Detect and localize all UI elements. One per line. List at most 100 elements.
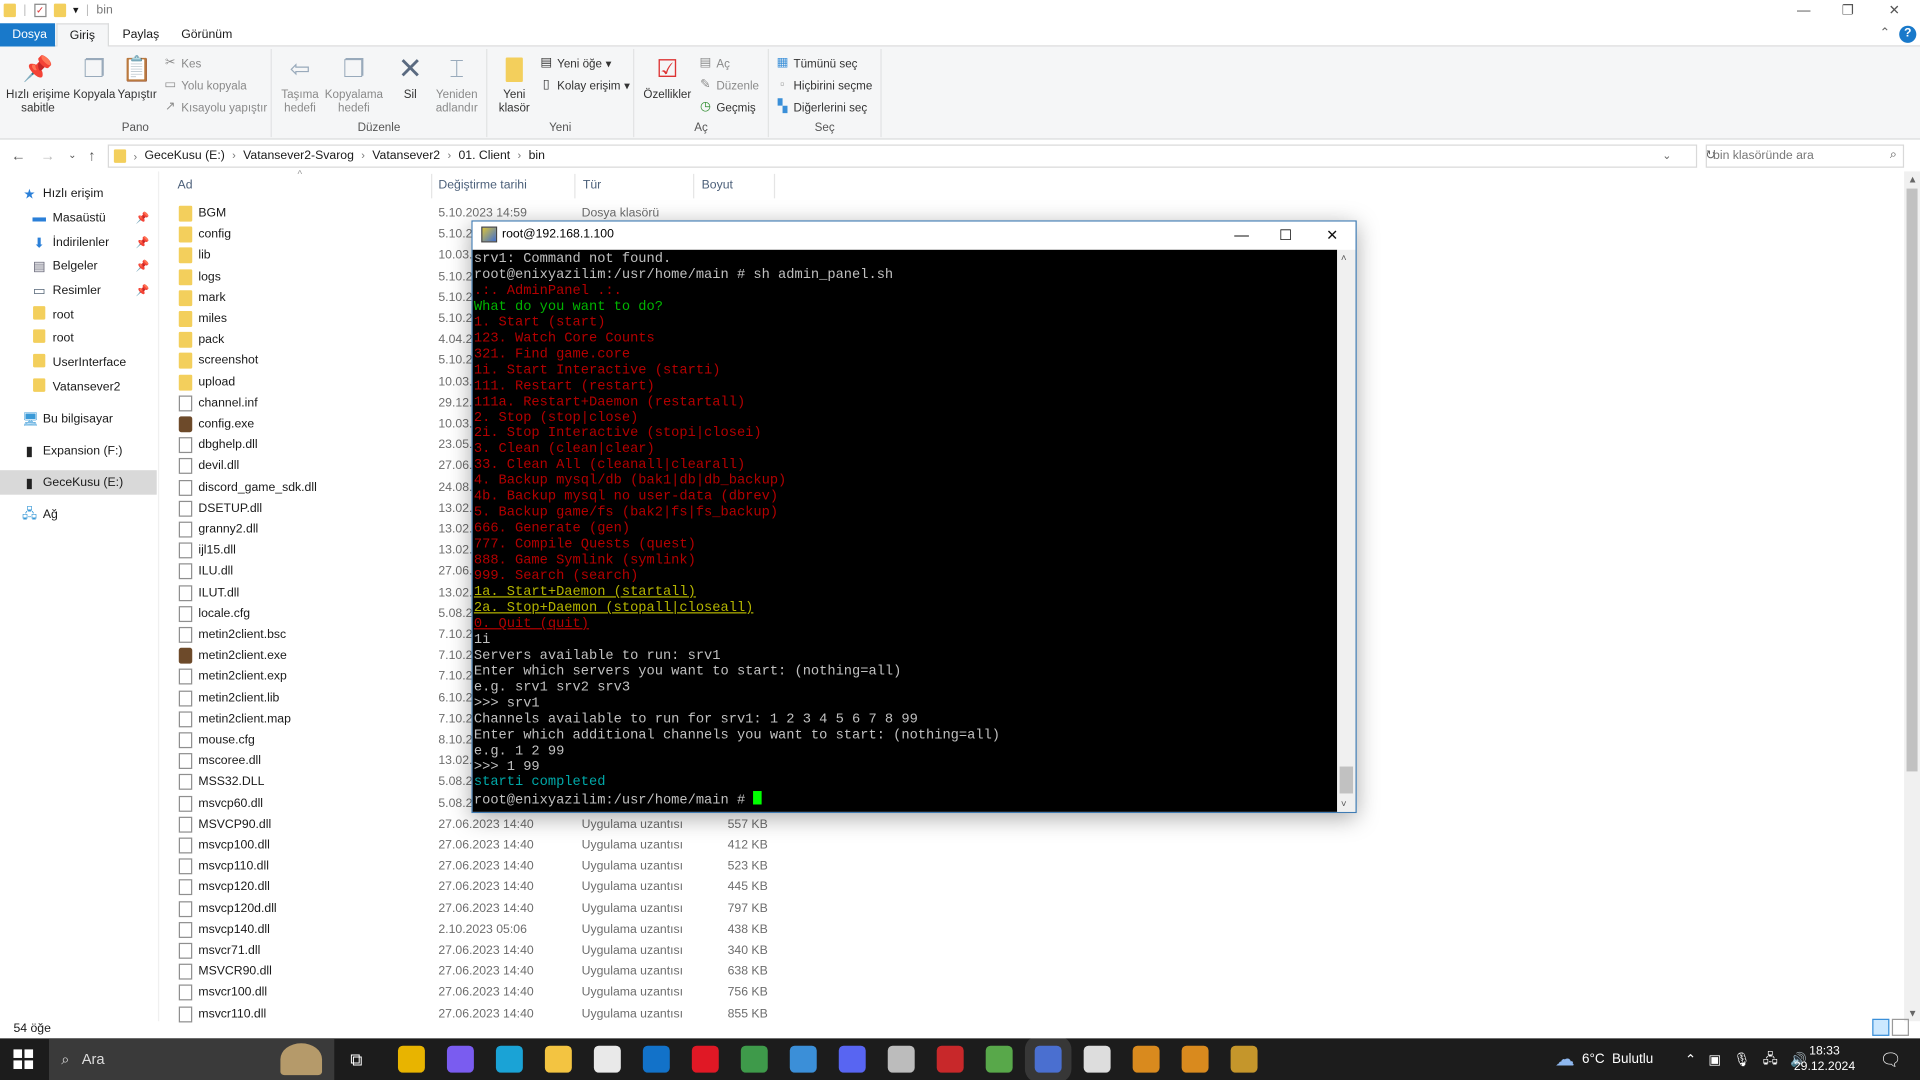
sidebar-item-ağ[interactable]: 🖧 Ağ <box>0 502 157 526</box>
taskbar-settings-app-icon[interactable] <box>789 1045 817 1073</box>
cut-button[interactable]: ✂ Kes <box>163 54 201 74</box>
sidebar-item-root[interactable]: root <box>0 326 157 350</box>
chevron-right-icon[interactable]: › <box>361 149 365 162</box>
open-button[interactable]: ▤ Aç <box>698 54 730 74</box>
taskbar-store-icon[interactable] <box>593 1045 621 1073</box>
breadcrumb-item[interactable]: bin <box>529 149 545 162</box>
taskbar-game-h-icon[interactable] <box>1230 1045 1258 1073</box>
file-row[interactable]: msvcr100.dll 27.06.2023 14:40 Uygulama uza… <box>171 984 783 1005</box>
file-list-scrollbar[interactable]: ▲ ▼ <box>1904 171 1920 1022</box>
maximize-button[interactable]: ❐ <box>1826 0 1870 23</box>
taskbar-putty-icon[interactable] <box>1034 1045 1062 1073</box>
pin-icon[interactable]: 📌 <box>136 236 150 249</box>
up-button[interactable]: ↑ <box>81 146 103 166</box>
taskbar-edge-icon[interactable] <box>495 1045 523 1073</box>
terminal-scrollbar-thumb[interactable] <box>1339 766 1354 794</box>
taskbar-winscp-icon[interactable] <box>985 1045 1013 1073</box>
move-to-button[interactable]: ⇦ Taşıma hedefi <box>277 54 324 115</box>
tab-dosya[interactable]: Dosya <box>0 23 56 47</box>
sidebar-item-resimler[interactable]: ▭ Resimler 📌 <box>0 278 157 302</box>
taskbar-chrome-canary-icon[interactable] <box>397 1045 425 1073</box>
address-bar[interactable]: › GeceKusu (E:) › Vatansever2-Svarog › Vatan… <box>107 144 1716 168</box>
sidebar-item-hızlı-erişim[interactable]: ★ Hızlı erişim <box>0 181 157 205</box>
scrollbar-thumb[interactable] <box>1906 188 1918 772</box>
pin-icon[interactable]: 📌 <box>136 259 150 272</box>
file-row[interactable]: msvcp120.dll 27.06.2023 14:40 Uygulama uza… <box>171 878 783 899</box>
file-row[interactable]: MSVCR90.dll 27.06.2023 14:40 Uygulama uzan… <box>171 963 783 984</box>
copy-path-button[interactable]: ▭ Yolu kopyala <box>163 76 246 96</box>
taskbar-copilot-icon[interactable] <box>446 1045 474 1073</box>
breadcrumb-item[interactable]: 01. Client <box>458 149 510 162</box>
paste-button[interactable]: 📋 Yapıştır <box>115 54 159 102</box>
file-row[interactable]: msvcp110.dll 27.06.2023 14:40 Uygulama uza… <box>171 857 783 878</box>
sidebar-item-userinterface[interactable]: UserInterface <box>0 350 157 374</box>
rename-button[interactable]: ⌶ Yeniden adlandır <box>429 54 485 115</box>
delete-button[interactable]: ✕ Sil <box>392 54 429 102</box>
tab-gorunum[interactable]: Görünüm <box>169 23 245 46</box>
minimize-button[interactable]: — <box>1782 0 1826 23</box>
sidebar-item-bu-bilgisayar[interactable]: 🖥 Bu bilgisayar <box>0 407 157 431</box>
pin-quick-access-button[interactable]: 📌 Hızlı erişime sabitle <box>5 54 71 115</box>
copy-button[interactable]: ❐ Kopyala <box>71 54 118 102</box>
large-icons-view-button[interactable] <box>1891 1018 1909 1036</box>
back-button[interactable]: ← <box>7 146 29 166</box>
file-row[interactable]: msvcp140.dll 2.10.2023 05:06 Uygulama uzan… <box>171 921 783 942</box>
edit-button[interactable]: ✎ Düzenle <box>698 76 759 96</box>
taskbar-rockstar-icon[interactable] <box>1083 1045 1111 1073</box>
properties-button[interactable]: ☑ Özellikler <box>639 54 695 102</box>
taskbar-outlook-icon[interactable] <box>642 1045 670 1073</box>
breadcrumb-item[interactable]: GeceKusu (E:) <box>144 149 224 162</box>
paste-shortcut-button[interactable]: ↗ Kısayolu yapıştır <box>163 98 267 118</box>
select-none-button[interactable]: ▫ Hiçbirini seçme <box>775 76 872 96</box>
file-row[interactable]: MSVCP90.dll 27.06.2023 14:40 Uygulama uzan… <box>171 815 783 836</box>
close-button[interactable]: ✕ <box>1872 0 1916 23</box>
breadcrumb-item[interactable]: Vatansever2 <box>372 149 440 162</box>
taskbar-chrome-icon[interactable] <box>740 1045 768 1073</box>
terminal-screen[interactable]: srv1: Command not found. root@enixyazilim… <box>472 249 1338 812</box>
taskbar-metin2-icon[interactable] <box>1132 1045 1160 1073</box>
forward-button[interactable]: → <box>37 146 59 166</box>
task-view-icon[interactable]: ⧉ <box>350 1049 362 1070</box>
taskbar-discord-icon[interactable] <box>838 1045 866 1073</box>
terminal-maximize-button[interactable]: ☐ <box>1264 224 1308 247</box>
column-type[interactable]: Tür <box>583 179 601 196</box>
sidebar-item-root[interactable]: root <box>0 302 157 326</box>
column-divider[interactable] <box>693 173 695 199</box>
new-item-button[interactable]: ▤ Yeni öğe ▾ <box>539 54 611 74</box>
search-input[interactable]: bin klasöründe ara ⌕ <box>1705 144 1905 168</box>
start-button[interactable] <box>13 1049 34 1069</box>
customize-qa-icon[interactable]: ▾ <box>73 4 79 17</box>
properties-qa-icon[interactable]: ✓ <box>33 3 47 18</box>
column-date[interactable]: Değiştirme tarihi <box>438 179 526 196</box>
history-button[interactable]: ◷ Geçmiş <box>698 98 756 118</box>
taskbar-file-explorer-icon[interactable] <box>544 1045 572 1073</box>
breadcrumb-item[interactable]: Vatansever2-Svarog <box>243 149 354 162</box>
file-row[interactable]: msvcr110.dll 27.06.2023 14:40 Uygulama uza… <box>171 1005 783 1026</box>
column-divider[interactable] <box>431 173 433 199</box>
taskbar-virtualbox-icon[interactable] <box>887 1045 915 1073</box>
collapse-ribbon-icon[interactable]: ⌃ <box>1880 27 1890 40</box>
camera-icon[interactable]: ▣ <box>1708 1051 1721 1067</box>
sidebar-item-vatansever2[interactable]: Vatansever2 <box>0 375 157 399</box>
network-icon[interactable]: 🖧 <box>1763 1048 1778 1071</box>
invert-selection-button[interactable]: ▚ Diğerlerini seç <box>775 98 867 118</box>
chevron-right-icon[interactable]: › <box>232 149 236 162</box>
sidebar-item-gecekusu-e-[interactable]: ▮ GeceKusu (E:) <box>0 470 157 495</box>
notifications-icon[interactable]: 🗨 <box>1880 1038 1902 1080</box>
scroll-down-icon[interactable]: ˅ <box>1341 798 1347 809</box>
new-folder-button[interactable]: Yeni klasör <box>492 54 536 115</box>
putty-terminal-window[interactable]: root@192.168.1.100 — ☐ ✕ srv1: Command n… <box>471 220 1357 814</box>
sidebar-item-belgeler[interactable]: ▤ Belgeler 📌 <box>0 253 157 277</box>
file-row[interactable]: msvcp120d.dll 27.06.2023 14:40 Uygulama uz… <box>171 900 783 921</box>
clock[interactable]: 18:33 29.12.2024 <box>1790 1038 1859 1080</box>
taskbar-filezilla-icon[interactable] <box>936 1045 964 1073</box>
taskbar-opera-icon[interactable] <box>691 1045 719 1073</box>
copy-to-button[interactable]: ❐ Kopyalama hedefi <box>323 54 384 115</box>
help-icon[interactable]: ? <box>1899 25 1917 43</box>
show-hidden-icons-icon[interactable]: ⌃ <box>1685 1051 1696 1067</box>
column-name[interactable]: Ad <box>178 179 193 196</box>
file-row[interactable]: msvcr71.dll 27.06.2023 14:40 Uygulama uzan… <box>171 942 783 963</box>
details-view-button[interactable] <box>1872 1018 1890 1036</box>
tab-paylas[interactable]: Paylaş <box>110 23 171 46</box>
terminal-close-button[interactable]: ✕ <box>1310 224 1354 247</box>
